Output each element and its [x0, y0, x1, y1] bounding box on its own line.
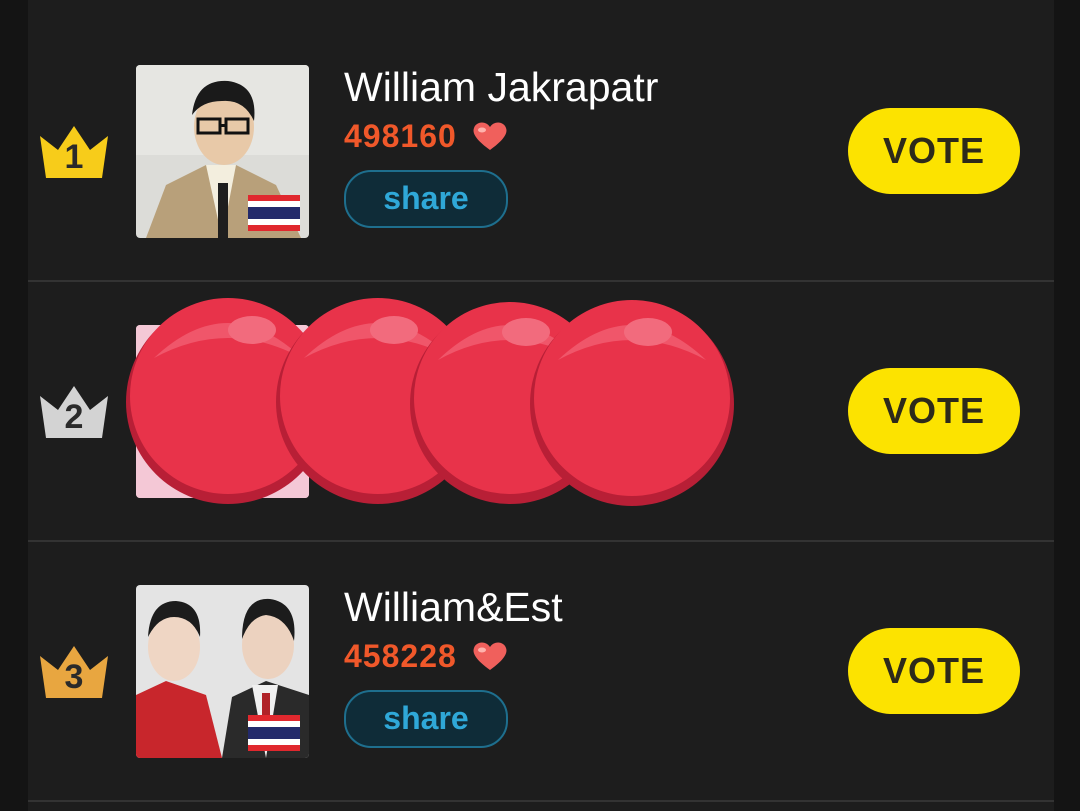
rank-number: 1	[64, 138, 84, 176]
vote-count: 498160	[344, 118, 457, 154]
candidate-name: William Jakrapatr	[344, 64, 659, 110]
heart-icon	[473, 642, 507, 670]
avatar[interactable]	[136, 65, 309, 238]
row-divider	[28, 800, 1054, 802]
ranking-row-3: 3 William&Est 458228 share VOTE	[28, 542, 1054, 801]
redaction-sticker	[126, 298, 734, 506]
rank-number: 2	[64, 398, 84, 436]
share-button[interactable]: share	[344, 690, 508, 748]
crown-icon: 2	[36, 380, 112, 442]
candidate-name: William&Est	[344, 584, 563, 630]
share-button[interactable]: share	[344, 170, 508, 228]
vote-button[interactable]: VOTE	[848, 108, 1020, 194]
crown-icon: 3	[36, 640, 112, 702]
thailand-flag-icon	[248, 715, 300, 751]
ranking-row-1: 1 William Jakrapatr 498160 share VOTE	[28, 22, 1054, 281]
vote-button[interactable]: VOTE	[848, 368, 1020, 454]
crown-icon: 1	[36, 120, 112, 182]
heart-icon	[473, 122, 507, 150]
avatar[interactable]	[136, 585, 309, 758]
vote-count: 458228	[344, 638, 457, 674]
ranking-list: 1 William Jakrapatr 498160 share VOTE 2 …	[28, 0, 1054, 811]
rank-number: 3	[64, 658, 84, 696]
vote-button[interactable]: VOTE	[848, 628, 1020, 714]
thailand-flag-icon	[248, 195, 300, 231]
